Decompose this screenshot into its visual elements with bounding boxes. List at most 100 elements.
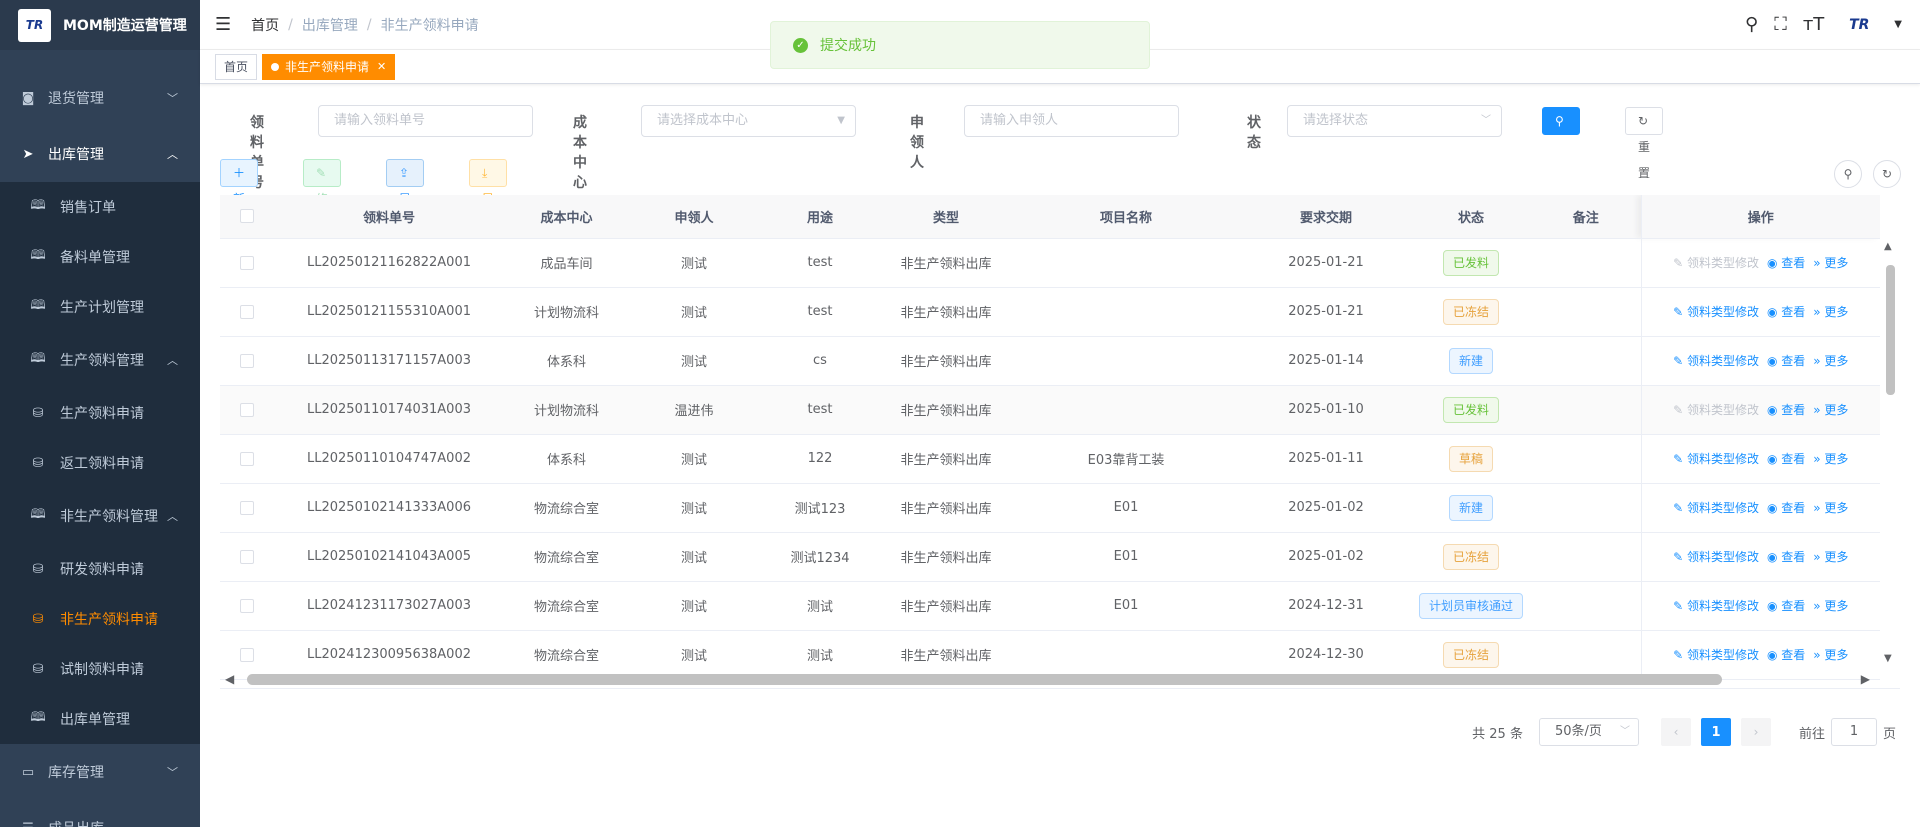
sidebar-item-returns[interactable]: ◙ 退货管理 ﹀ <box>0 70 200 126</box>
export-button[interactable]: ⤓ 导出 <box>469 159 508 232</box>
row-checkbox[interactable] <box>240 500 254 515</box>
order-no-input[interactable]: 请输入领料单号 <box>318 105 533 137</box>
goto-page-input[interactable]: 1 <box>1830 718 1877 746</box>
scroll-thumb[interactable] <box>247 674 1722 685</box>
modify-type-link[interactable]: ✎ 领料类型修改 <box>1673 452 1759 466</box>
table-row[interactable]: LL20250113171157A003 体系科 测试 cs 非生产领料出库 2025-0… <box>220 336 1880 386</box>
sidebar-item-rd-apply[interactable]: ⛁ 研发领料申请 <box>0 544 200 594</box>
sidebar-item-outbound-order[interactable]: 🕮 出库单管理 <box>0 694 200 744</box>
sidebar-item-production-picking[interactable]: 🕮 生产领料管理 ︿ <box>0 332 200 388</box>
view-link[interactable]: ◉ 查看 <box>1767 354 1805 368</box>
applicant-input[interactable]: 请输入申领人 <box>964 105 1179 137</box>
view-link[interactable]: ◉ 查看 <box>1767 256 1805 270</box>
row-checkbox[interactable] <box>240 353 254 368</box>
view-link[interactable]: ◉ 查看 <box>1767 550 1805 564</box>
sidebar-item-finished-outbound[interactable]: ☰ 成品出库 <box>0 800 200 827</box>
toggle-search-button[interactable]: ⚲ <box>1834 160 1862 188</box>
more-link[interactable]: » 更多 <box>1813 256 1848 270</box>
row-checkbox[interactable] <box>240 549 254 564</box>
cost-center-select[interactable]: 请选择成本中心 ▼ <box>641 105 856 137</box>
view-link[interactable]: ◉ 查看 <box>1767 501 1805 515</box>
double-chevron-icon: » <box>1813 256 1825 270</box>
fullscreen-icon[interactable]: ⛶ <box>1774 14 1787 35</box>
sidebar-item-rework-apply[interactable]: ⛁ 返工领料申请 <box>0 438 200 488</box>
search-button[interactable]: ⚲ 搜索 <box>1542 107 1581 180</box>
sidebar-item-production-apply[interactable]: ⛁ 生产领料申请 <box>0 388 200 438</box>
close-icon[interactable]: ✕ <box>377 55 386 79</box>
sidebar-item-trial-apply[interactable]: ⛁ 试制领料申请 <box>0 644 200 694</box>
table-row[interactable]: LL20250102141333A006 物流综合室 测试 测试123 非生产领料出库 E… <box>220 483 1880 533</box>
sidebar-item-outbound[interactable]: ➤ 出库管理 ︿ <box>0 126 200 182</box>
more-link[interactable]: » 更多 <box>1813 648 1848 662</box>
sidebar-item-nonproduction-apply[interactable]: ⛁ 非生产领料申请 <box>0 594 200 644</box>
tag-home[interactable]: 首页 <box>215 53 258 80</box>
add-button[interactable]: ＋ 新增 <box>220 159 259 232</box>
prev-page-button[interactable]: ‹ <box>1660 718 1691 746</box>
sidebar-item-material-prep[interactable]: 🕮 备料单管理 <box>0 232 200 282</box>
vertical-scrollbar[interactable]: ▲ ▼ <box>1880 195 1900 665</box>
row-checkbox[interactable] <box>240 255 254 270</box>
caret-down-icon[interactable]: ▼ <box>1894 19 1902 30</box>
table-row[interactable]: LL20250110104747A002 体系科 测试 122 非生产领料出库 E03靠背… <box>220 434 1880 484</box>
row-checkbox[interactable] <box>240 647 254 662</box>
next-page-button[interactable]: › <box>1740 718 1771 746</box>
row-checkbox[interactable] <box>240 451 254 466</box>
sidebar-item-inventory[interactable]: ▭ 库存管理 ﹀ <box>0 744 200 800</box>
horizontal-scrollbar[interactable]: ◀ ▶ <box>220 670 1880 690</box>
view-link[interactable]: ◉ 查看 <box>1767 305 1805 319</box>
edit-button[interactable]: ✎ 修改 <box>303 159 342 232</box>
breadcrumb-home[interactable]: 首页 <box>251 15 279 35</box>
row-checkbox[interactable] <box>240 598 254 613</box>
table-row[interactable]: LL20250110174031A003 计划物流科 温进伟 test 非生产领料出库 2… <box>220 385 1880 435</box>
scroll-left-icon[interactable]: ◀ <box>225 672 234 686</box>
search-icon[interactable]: ⚲ <box>1745 14 1758 35</box>
more-link[interactable]: » 更多 <box>1813 403 1848 417</box>
more-link[interactable]: » 更多 <box>1813 354 1848 368</box>
page-number-current[interactable]: 1 <box>1700 718 1731 746</box>
view-link[interactable]: ◉ 查看 <box>1767 648 1805 662</box>
modify-type-link[interactable]: ✎ 领料类型修改 <box>1673 354 1759 368</box>
table-row[interactable]: LL20250121162822A001 成品车间 测试 test 非生产领料出库 202… <box>220 238 1880 288</box>
table-row[interactable]: LL20250102141043A005 物流综合室 测试 测试1234 非生产领料出库… <box>220 532 1880 582</box>
more-link[interactable]: » 更多 <box>1813 305 1848 319</box>
view-link[interactable]: ◉ 查看 <box>1767 403 1805 417</box>
menu-toggle-icon[interactable]: ☰ <box>215 14 231 35</box>
more-link[interactable]: » 更多 <box>1813 550 1848 564</box>
reset-button[interactable]: ↻ 重置 <box>1625 107 1664 180</box>
cell-actions: ✎ 领料类型修改 ◉ 查看 » 更多 <box>1640 385 1880 435</box>
tag-active[interactable]: 非生产领料申请 ✕ <box>262 53 396 80</box>
table-row[interactable]: LL20250121155310A001 计划物流科 测试 test 非生产领料出库 20… <box>220 287 1880 337</box>
scroll-right-icon[interactable]: ▶ <box>1861 672 1870 686</box>
sidebar-item-production-plan[interactable]: 🕮 生产计划管理 <box>0 282 200 332</box>
cell-applicant: 测试 <box>629 581 759 631</box>
modify-type-link[interactable]: ✎ 领料类型修改 <box>1673 550 1759 564</box>
font-size-icon[interactable]: ᴛT <box>1803 14 1824 35</box>
import-button[interactable]: ⇪ 导入 <box>386 159 425 232</box>
sidebar-item-sales-order[interactable]: 🕮 销售订单 <box>0 182 200 232</box>
table-row[interactable]: LL20241231173027A003 物流综合室 测试 测试 非生产领料出库 E01 2… <box>220 581 1880 631</box>
more-link[interactable]: » 更多 <box>1813 501 1848 515</box>
col-type: 类型 <box>881 195 1011 239</box>
modify-type-link[interactable]: ✎ 领料类型修改 <box>1673 403 1759 417</box>
refresh-button[interactable]: ↻ <box>1873 160 1901 188</box>
row-checkbox[interactable] <box>240 402 254 417</box>
scroll-thumb[interactable] <box>1886 265 1895 395</box>
view-link[interactable]: ◉ 查看 <box>1767 599 1805 613</box>
modify-type-link[interactable]: ✎ 领料类型修改 <box>1673 256 1759 270</box>
select-all-checkbox[interactable] <box>240 209 254 224</box>
more-link[interactable]: » 更多 <box>1813 599 1848 613</box>
modify-type-link[interactable]: ✎ 领料类型修改 <box>1673 305 1759 319</box>
avatar[interactable]: TR <box>1840 12 1878 38</box>
status-select[interactable]: 请选择状态 ﹀ <box>1287 105 1502 137</box>
modify-type-link[interactable]: ✎ 领料类型修改 <box>1673 501 1759 515</box>
more-link[interactable]: » 更多 <box>1813 452 1848 466</box>
view-link[interactable]: ◉ 查看 <box>1767 452 1805 466</box>
sidebar-item-nonproduction-manage[interactable]: 🕮 非生产领料管理 ︿ <box>0 488 200 544</box>
modify-type-link[interactable]: ✎ 领料类型修改 <box>1673 599 1759 613</box>
modify-type-link[interactable]: ✎ 领料类型修改 <box>1673 648 1759 662</box>
breadcrumb-outbound[interactable]: 出库管理 <box>302 15 358 35</box>
row-checkbox[interactable] <box>240 304 254 319</box>
page-size-select[interactable]: 50条/页 ﹀ <box>1538 718 1639 746</box>
scroll-up-icon[interactable]: ▲ <box>1884 241 1892 252</box>
scroll-down-icon[interactable]: ▼ <box>1884 653 1892 664</box>
